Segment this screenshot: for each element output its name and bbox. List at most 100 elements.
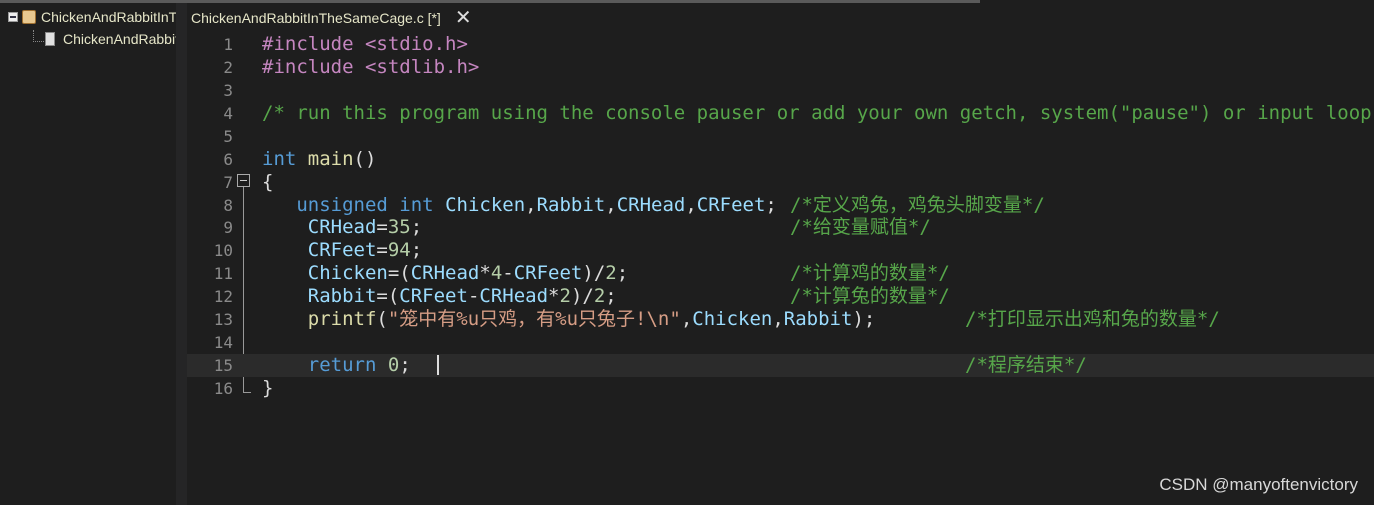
code-comment: /*计算鸡的数量*/ [790,262,950,285]
tree-item-project[interactable]: ChickenAndRabbitInTheSameCage [8,9,176,25]
collapse-icon[interactable] [8,12,18,22]
token-op [262,194,296,216]
token-op: } [262,376,274,399]
line-number: 9 [223,218,233,238]
code-text: Chicken=(CRHead*4-CRFeet)/2; [262,262,628,285]
code-text: Rabbit=(CRFeet-CRHead*2)/2; [262,285,617,308]
code-line[interactable]: 8 unsigned int Chicken,Rabbit,CRHead,CRF… [187,194,1374,217]
token-fn: main [307,147,354,170]
code-line[interactable]: 1 #include <stdio.h> [187,33,1374,56]
line-number: 5 [223,126,233,146]
code-line[interactable]: 11 Chicken=(CRHead*4-CRFeet)/2; /*计算鸡的数量*… [187,262,1374,285]
project-icon [22,10,36,24]
token-op: { [262,170,274,193]
token-id: CRFeet [513,262,583,285]
code-text: #include <stdlib.h> [262,56,479,79]
token-id: CRHead [410,262,480,285]
token-id: CRHead [307,216,377,239]
token-kw: unsigned int [296,193,434,216]
token-op [262,354,308,376]
code-line[interactable]: 10 CRFeet=94; [187,239,1374,262]
code-text: unsigned int Chicken,Rabbit,CRHead,CRFee… [262,194,777,217]
token-op: ; [410,216,423,239]
close-icon[interactable]: ✕ [455,5,472,30]
code-line[interactable]: 13 printf("笼中有%u只鸡，有%u只兔子!\n",Chicken,Ra… [187,308,1374,331]
splitter[interactable] [176,3,187,505]
tree-item-file[interactable]: ChickenAndRabbitInTheSameCage.c [45,31,176,47]
token-op [434,194,445,216]
code-line[interactable]: 5 [187,125,1374,148]
token-op: * [479,262,491,285]
token-op: =( [387,262,411,285]
code-line[interactable]: 6 int main() [187,148,1374,171]
code-comment: /*程序结束*/ [965,354,1087,377]
line-number: 15 [213,356,233,376]
code-line[interactable]: 4 /* run this program using the console p… [187,102,1374,125]
code-line[interactable]: 3 [187,79,1374,102]
code-text: } [262,377,273,400]
token-num: 0 [387,354,400,377]
line-number: 10 [213,241,233,261]
token-op [296,148,307,170]
code-line[interactable]: 7{ [187,171,1374,194]
token-op: - [502,262,514,285]
token-num: 2 [593,285,606,308]
code-line[interactable]: 14 [187,331,1374,354]
token-num: 4 [490,262,503,285]
tree-connector [33,30,44,42]
token-op: = [376,216,388,239]
token-op [262,308,308,330]
token-id: CRHead [616,193,686,216]
token-pp: #include <stdio.h> [262,33,468,55]
code-text: #include <stdio.h> [262,33,468,56]
token-op: , [605,193,617,216]
token-op: ); [852,308,876,331]
token-op [262,239,308,261]
tab-label: ChickenAndRabbitInTheSameCage.c [*] [191,9,441,26]
token-op: = [376,239,388,262]
line-number: 8 [223,195,233,215]
code-editor[interactable]: 1 #include <stdio.h> 2 #include <stdlib.h> 3… [187,32,1374,505]
tab-bar: ChickenAndRabbitInTheSameCage.c [*] ✕ [187,3,1374,32]
line-number: 14 [213,333,233,353]
token-op: * [548,285,560,308]
token-num: 94 [387,239,411,262]
token-op: , [680,308,693,331]
token-id: Chicken [445,193,526,216]
line-number: 16 [213,378,233,398]
token-op [262,262,308,284]
token-kw: return [307,354,377,377]
code-text: int main() [262,148,376,171]
tab-source-file[interactable]: ChickenAndRabbitInTheSameCage.c [*] ✕ [187,3,491,32]
token-op: ( [376,308,388,331]
line-number: 13 [213,310,233,330]
token-num: 2 [559,285,571,308]
code-line[interactable]: 12 Rabbit=(CRFeet-CRHead*2)/2;/*计算兔的数量*/ [187,285,1374,308]
file-icon [45,32,55,46]
token-op: , [685,193,697,216]
project-tree: ChickenAndRabbitInTheSameCage ChickenAnd… [0,3,176,505]
code-comment: /*计算兔的数量*/ [790,285,950,308]
code-text: CRFeet=94; [262,239,422,262]
code-line[interactable]: 16} [187,377,1374,400]
token-op: ; [765,193,777,216]
token-num: 2 [605,262,617,285]
watermark: CSDN @manyoftenvictory [1159,475,1358,494]
code-comment: /*定义鸡兔，鸡兔头脚变量*/ [790,193,1045,216]
token-id: CRFeet [399,285,468,308]
line-number: 6 [223,149,233,169]
code-line[interactable]: 9 CRHead=35; /*给变量赋值*/ [187,216,1374,239]
token-str: "笼中有%u只鸡，有%u只兔子!\n" [387,308,681,331]
token-pp: #include <stdlib.h> [262,55,480,78]
code-text: printf("笼中有%u只鸡，有%u只兔子!\n",Chicken,Rabbi… [262,308,876,331]
token-op: - [467,285,480,308]
line-number: 1 [223,35,233,54]
token-op: ; [399,354,411,377]
token-id: CRHead [479,285,549,308]
code-line[interactable]: 15 return 0; /*程序结束*/ [187,354,1374,378]
code-comment: /*打印显示出鸡和兔的数量*/ [965,308,1220,331]
code-text: return 0; [262,354,411,377]
file-label: ChickenAndRabbitInTheSameCage.c [63,31,176,47]
code-line[interactable]: 2 #include <stdlib.h> [187,56,1374,79]
token-op: )/ [582,262,606,285]
